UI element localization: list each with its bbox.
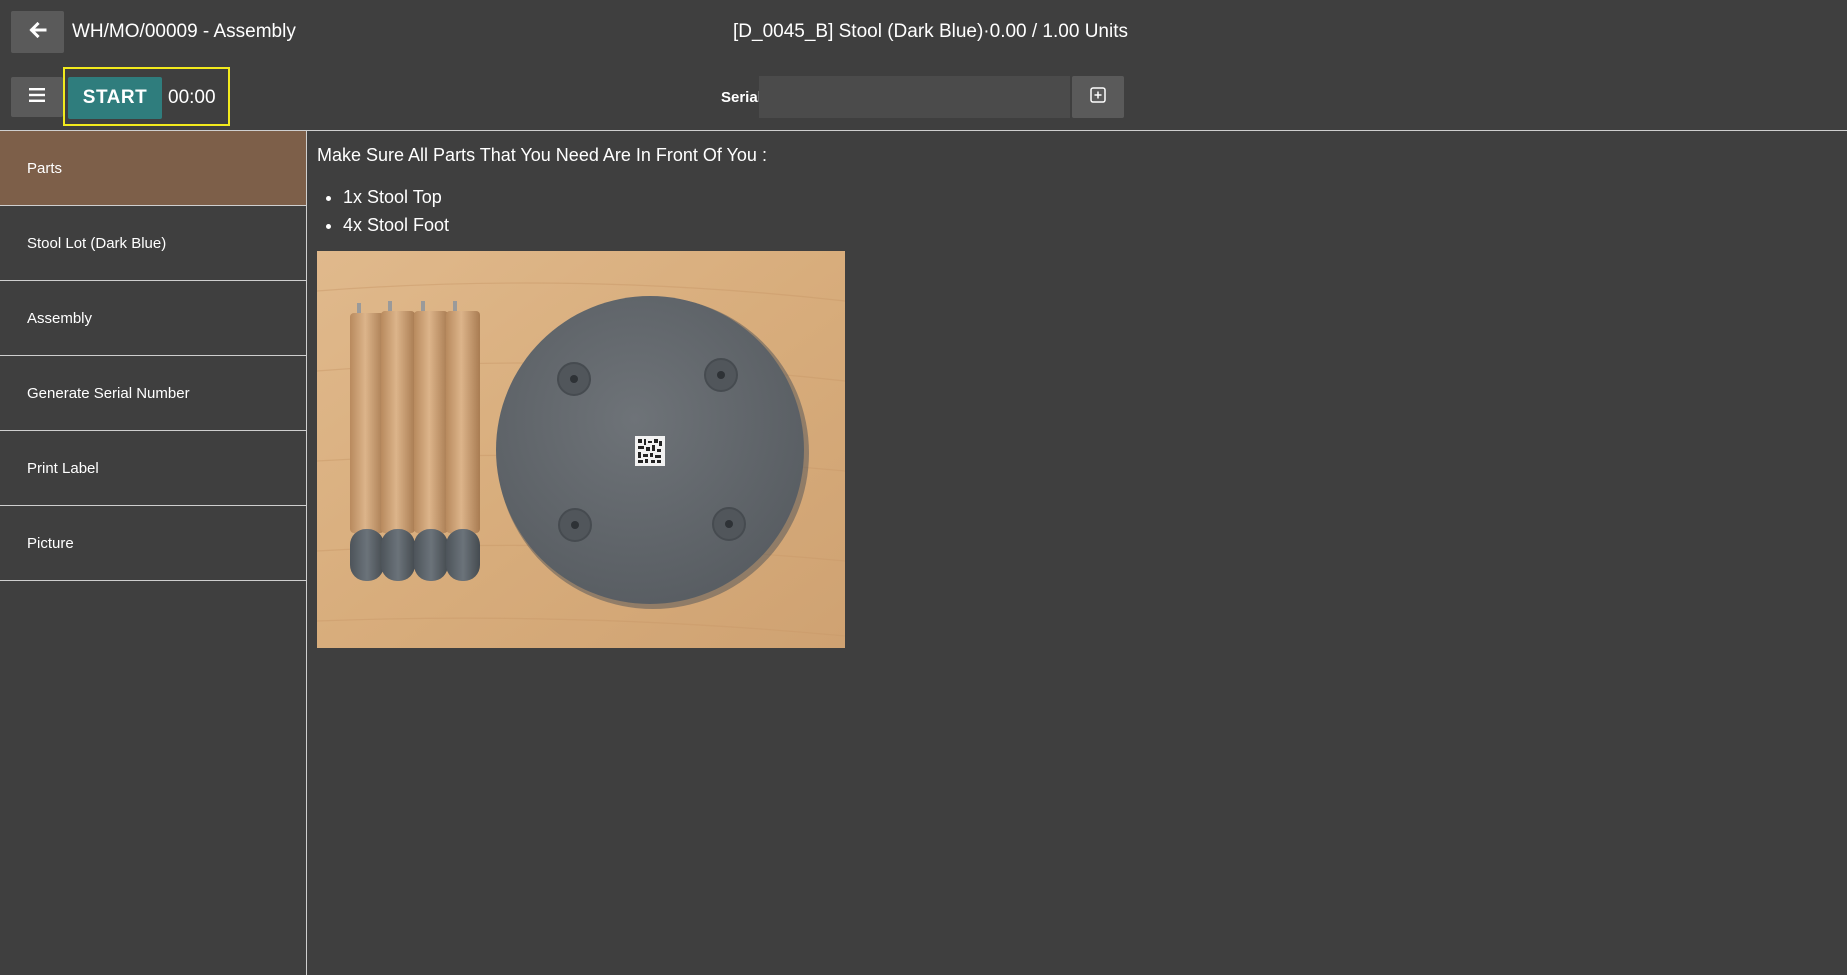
list-item: 1x Stool Top: [343, 183, 449, 211]
arrow-left-icon: [28, 21, 47, 44]
parts-photo: [317, 251, 845, 648]
serial-input[interactable]: [759, 76, 1070, 118]
step-stool-lot[interactable]: Stool Lot (Dark Blue): [0, 206, 306, 281]
instruction-heading: Make Sure All Parts That You Need Are In…: [317, 145, 767, 165]
work-order-title: WH/MO/00009 - Assembly: [72, 21, 296, 42]
plus-square-icon: [1090, 86, 1106, 108]
list-item: 4x Stool Foot: [343, 211, 449, 239]
top-bar: WH/MO/00009 - Assembly [D_0045_B] Stool …: [0, 0, 1847, 131]
step-picture[interactable]: Picture: [0, 506, 306, 581]
serial-label: Serial: [721, 89, 762, 106]
back-button[interactable]: [11, 11, 64, 53]
start-button[interactable]: START: [68, 77, 162, 119]
menu-button[interactable]: [11, 77, 63, 117]
hamburger-menu-icon: [29, 87, 45, 107]
steps-sidebar: Parts Stool Lot (Dark Blue) Assembly Gen…: [0, 131, 307, 975]
product-quantity: [D_0045_B] Stool (Dark Blue)·0.00 / 1.00…: [733, 21, 1128, 42]
parts-list: 1x Stool Top 4x Stool Foot: [317, 183, 449, 239]
step-parts[interactable]: Parts: [0, 131, 306, 206]
add-serial-button[interactable]: [1072, 76, 1124, 118]
step-generate-serial[interactable]: Generate Serial Number: [0, 356, 306, 431]
stool-top: [496, 296, 809, 609]
step-assembly[interactable]: Assembly: [0, 281, 306, 356]
step-print-label[interactable]: Print Label: [0, 431, 306, 506]
timer: 00:00: [168, 87, 216, 108]
